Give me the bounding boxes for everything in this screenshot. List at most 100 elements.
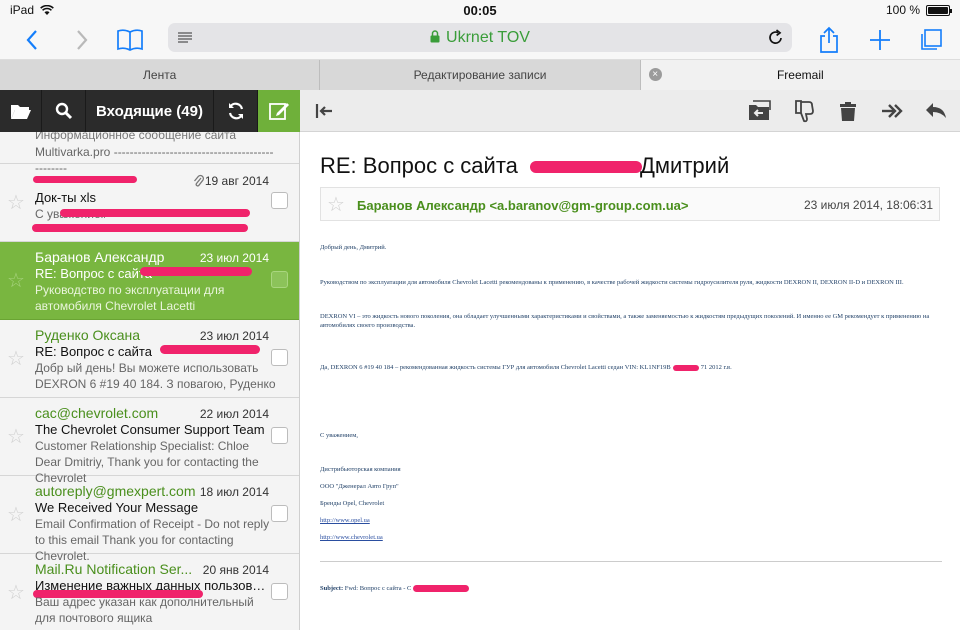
close-tab-icon[interactable]: × <box>648 68 662 81</box>
fwd-text: Fwd: Вопрос с сайта - С <box>344 585 412 592</box>
search-button[interactable] <box>42 90 86 132</box>
signature-line: Бренды Opel, Chevrolet <box>320 500 385 507</box>
redaction-mark <box>672 364 699 371</box>
forward-message-button[interactable] <box>876 96 908 126</box>
message-preview: Руководство по эксплуатации для автомоби… <box>35 283 225 313</box>
star-icon[interactable]: ☆ <box>327 192 345 217</box>
mail-toolbar: Входящие (49) <box>0 90 960 132</box>
list-item[interactable]: cac@chevrolet.com 22 июл 2014 The Chevro… <box>0 398 299 485</box>
refresh-icon <box>228 102 243 120</box>
select-checkbox[interactable] <box>271 427 288 444</box>
divider <box>320 561 942 562</box>
star-icon[interactable]: ☆ <box>7 580 25 605</box>
reply-icon <box>926 103 946 118</box>
star-icon[interactable]: ☆ <box>7 424 25 449</box>
select-checkbox[interactable] <box>271 505 288 522</box>
list-item[interactable]: Руденко Оксана 23 июл 2014 RE: Вопрос с … <box>0 320 299 398</box>
star-icon[interactable]: ☆ <box>7 346 25 371</box>
compose-icon <box>269 103 289 120</box>
message-subject: We Received Your Message <box>35 500 199 515</box>
redaction-mark <box>60 209 250 217</box>
collapse-left-icon <box>315 104 332 118</box>
new-tab-button[interactable] <box>864 24 896 56</box>
list-item[interactable]: 19 авг 2014 Док-ты xls С уважением, ☆ <box>0 164 299 242</box>
message-sender: Баранов Александр <box>35 249 165 265</box>
message-from[interactable]: Баранов Александр <a.baranov@gm-group.co… <box>357 198 689 213</box>
folders-button[interactable] <box>0 90 42 132</box>
compose-button[interactable] <box>258 90 300 132</box>
reply-button[interactable] <box>920 96 952 126</box>
tab-lenta[interactable]: Лента <box>0 60 321 90</box>
refresh-button[interactable] <box>214 90 258 132</box>
message-preview: Добр ый день! Вы можете использовать DEX… <box>35 361 276 391</box>
share-icon <box>820 26 838 53</box>
body-text: 71 2012 г.в. <box>700 364 732 371</box>
message-sender: autoreply@gmexpert.com <box>35 483 196 499</box>
tab-freemail[interactable]: × Freemail <box>640 60 960 90</box>
select-checkbox[interactable] <box>271 349 288 366</box>
body-paragraph: Да, DEXRON 6 #19 40 184 – рекомендованна… <box>320 363 945 372</box>
star-icon[interactable]: ☆ <box>7 190 25 215</box>
opel-link[interactable]: http://www.opel.ua <box>320 517 370 524</box>
wifi-icon <box>40 4 54 15</box>
trash-icon <box>840 102 856 121</box>
forward-button[interactable] <box>66 24 98 56</box>
tabs-button[interactable] <box>914 24 946 56</box>
message-title-text: RE: Вопрос с сайта <box>320 153 518 178</box>
redaction-mark <box>32 224 248 232</box>
message-date: 19 авг 2014 <box>204 174 269 188</box>
plus-icon <box>870 30 890 50</box>
tab-label: Редактирование записи <box>413 68 547 82</box>
delete-button[interactable] <box>832 96 864 126</box>
message-date: 20 янв 2014 <box>202 563 269 577</box>
star-icon[interactable]: ☆ <box>7 502 25 527</box>
collapse-list-button[interactable] <box>308 96 340 126</box>
tab-label: Freemail <box>776 68 824 82</box>
message-sender: Mail.Ru Notification Ser... <box>35 561 193 577</box>
message-date: 22 июл 2014 <box>199 407 269 421</box>
move-to-folder-button[interactable] <box>744 96 776 126</box>
clock: 00:05 <box>463 2 497 18</box>
bookmarks-button[interactable] <box>114 24 146 56</box>
body-paragraph: DEXRON VI – это жидкость нового поколени… <box>320 313 930 329</box>
message-subject: The Chevrolet Consumer Support Team <box>35 422 265 437</box>
battery-icon <box>926 4 952 16</box>
list-item[interactable]: Mail.Ru Notification Ser... 20 янв 2014 … <box>0 554 299 630</box>
forward-icon <box>882 104 903 118</box>
address-bar[interactable]: Ukrnet TOV <box>168 23 792 52</box>
message-preview: Ваш адрес указан как дополнительный для … <box>35 595 254 625</box>
message-list[interactable]: Информационное сообщение сайта Multivark… <box>0 132 300 630</box>
star-icon[interactable]: ☆ <box>7 268 25 293</box>
tab-bar: Лента Редактирование записи × Freemail <box>0 60 960 90</box>
chevrolet-link[interactable]: http://www.chevrolet.ua <box>320 534 383 541</box>
search-icon <box>55 102 72 120</box>
select-checkbox[interactable] <box>271 192 288 209</box>
body-regards: С уважением, <box>320 432 358 439</box>
redaction-mark <box>530 161 643 174</box>
list-item[interactable]: Информационное сообщение сайта Multivark… <box>0 132 299 175</box>
body-greeting: Добрый день, Дмитрий. <box>320 244 387 251</box>
message-sender: Руденко Оксана <box>35 327 140 343</box>
signature-line: Дистрибьюторская компания <box>320 466 401 473</box>
back-button[interactable] <box>16 24 48 56</box>
select-checkbox[interactable] <box>271 583 288 600</box>
share-button[interactable] <box>813 24 845 56</box>
reading-pane: RE: Вопрос с сайта Дмитрий ☆ Баранов Але… <box>301 133 960 630</box>
forwarded-subject: Subject: Fwd: Вопрос с сайта - С <box>320 585 469 593</box>
message-date: 18 июл 2014 <box>199 485 269 499</box>
fwd-label: Subject: <box>320 585 344 592</box>
list-item[interactable]: Баранов Александр 23 июл 2014 RE: Вопрос… <box>0 242 299 320</box>
tabs-icon <box>921 29 942 50</box>
reload-icon[interactable] <box>768 29 784 46</box>
tab-label: Лента <box>143 68 177 82</box>
book-icon <box>117 29 143 51</box>
list-item[interactable]: autoreply@gmexpert.com 18 июл 2014 We Re… <box>0 476 299 563</box>
folder-move-icon <box>749 100 771 120</box>
message-date: 23 июл 2014 <box>199 329 269 343</box>
spam-button[interactable] <box>788 96 820 126</box>
inbox-title[interactable]: Входящие (49) <box>86 90 214 132</box>
tab-edit-post[interactable]: Редактирование записи <box>320 60 641 90</box>
chevron-left-icon <box>26 30 37 50</box>
paperclip-icon <box>194 174 204 187</box>
select-checkbox[interactable] <box>271 271 288 288</box>
